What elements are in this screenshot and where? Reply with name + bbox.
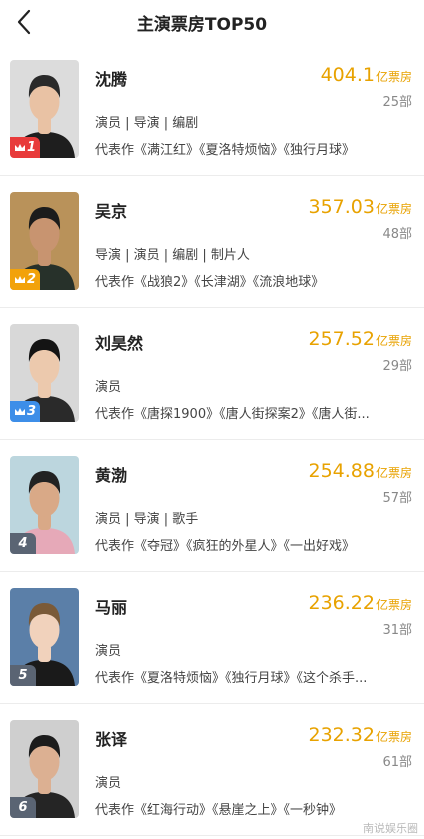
box-office-value: 254.88: [308, 460, 375, 482]
ranking-row[interactable]: 1 沈腾 404.1 亿票房 25部 演员 | 导演 | 编剧 代表作《满江红》…: [0, 44, 424, 176]
box-office-unit: 亿票房: [375, 334, 412, 348]
box-office-value: 257.52: [308, 328, 375, 350]
box-office: 254.88 亿票房: [309, 460, 413, 482]
rank-badge: 1: [10, 137, 41, 158]
ranking-row[interactable]: 5 马丽 236.22 亿票房 31部 演员 代表作《夏洛特烦恼》《独行月球》《…: [0, 572, 424, 704]
actor-photo: 6: [10, 720, 79, 818]
actor-roles: 演员 | 导演 | 歌手: [95, 512, 199, 527]
ranking-row[interactable]: 3 刘昊然 257.52 亿票房 29部 演员 代表作《唐探1900》《唐人街探…: [0, 308, 424, 440]
rank-number: 6: [18, 800, 28, 815]
back-button[interactable]: [8, 4, 40, 40]
box-office-unit: 亿票房: [375, 70, 412, 84]
representative-works: 代表作《红海行动》《悬崖之上》《一秒钟》: [95, 803, 343, 818]
crown-icon: [15, 144, 25, 151]
box-office: 236.22 亿票房: [309, 592, 413, 614]
watermark-text: 南说娱乐圈: [363, 822, 418, 835]
rank-badge: 6: [10, 797, 36, 818]
chevron-left-icon: [17, 9, 31, 35]
box-office-value: 404.1: [320, 64, 375, 86]
ranking-row[interactable]: 4 黄渤 254.88 亿票房 57部 演员 | 导演 | 歌手 代表作《夺冠》…: [0, 440, 424, 572]
actor-name: 沈腾: [95, 70, 128, 89]
actor-photo: 3: [10, 324, 79, 422]
rank-number: 4: [18, 536, 28, 551]
rank-number: 1: [27, 140, 37, 155]
actor-name: 吴京: [95, 202, 128, 221]
box-office-unit: 亿票房: [375, 730, 412, 744]
actor-name: 马丽: [95, 598, 128, 617]
actor-name: 刘昊然: [95, 334, 144, 353]
rank-number: 5: [18, 668, 28, 683]
film-count: 31部: [382, 623, 412, 638]
crown-icon: [15, 408, 25, 415]
actor-roles: 演员 | 导演 | 编剧: [95, 116, 199, 131]
actor-roles: 演员: [95, 644, 122, 659]
ranking-row[interactable]: 2 吴京 357.03 亿票房 48部 导演 | 演员 | 编剧 | 制片人 代…: [0, 176, 424, 308]
representative-works: 代表作《战狼2》《长津湖》《流浪地球》: [95, 275, 325, 290]
actor-photo: 1: [10, 60, 79, 158]
box-office-unit: 亿票房: [375, 598, 412, 612]
rank-badge: 5: [10, 665, 36, 686]
box-office: 257.52 亿票房: [309, 328, 413, 350]
rank-badge: 4: [10, 533, 36, 554]
film-count: 61部: [382, 755, 412, 770]
ranking-list: 1 沈腾 404.1 亿票房 25部 演员 | 导演 | 编剧 代表作《满江红》…: [0, 44, 424, 836]
representative-works: 代表作《夺冠》《疯狂的外星人》《一出好戏》: [95, 539, 356, 554]
actor-name: 张译: [95, 730, 128, 749]
representative-works: 代表作《夏洛特烦恼》《独行月球》《这个杀手...: [95, 671, 368, 686]
box-office: 404.1 亿票房: [321, 64, 412, 86]
film-count: 48部: [382, 227, 412, 242]
page-title: 主演票房TOP50: [136, 14, 268, 35]
rank-badge: 3: [10, 401, 41, 422]
actor-roles: 演员: [95, 776, 122, 791]
ranking-row[interactable]: 6 张译 232.32 亿票房 61部 演员 代表作《红海行动》《悬崖之上》《一…: [0, 704, 424, 836]
rank-number: 2: [27, 272, 37, 287]
representative-works: 代表作《唐探1900》《唐人街探案2》《唐人街...: [95, 407, 370, 422]
film-count: 25部: [382, 95, 412, 110]
box-office-value: 236.22: [308, 592, 375, 614]
box-office: 232.32 亿票房: [309, 724, 413, 746]
actor-photo: 5: [10, 588, 79, 686]
box-office-value: 232.32: [308, 724, 375, 746]
rank-number: 3: [27, 404, 37, 419]
actor-name: 黄渤: [95, 466, 128, 485]
film-count: 57部: [382, 491, 412, 506]
representative-works: 代表作《满江红》《夏洛特烦恼》《独行月球》: [95, 143, 356, 158]
actor-roles: 演员: [95, 380, 122, 395]
rank-badge: 2: [10, 269, 41, 290]
actor-roles: 导演 | 演员 | 编剧 | 制片人: [95, 248, 250, 263]
box-office: 357.03 亿票房: [309, 196, 413, 218]
film-count: 29部: [382, 359, 412, 374]
actor-photo: 2: [10, 192, 79, 290]
box-office-unit: 亿票房: [375, 202, 412, 216]
box-office-value: 357.03: [308, 196, 375, 218]
header-bar: 主演票房TOP50: [0, 0, 424, 44]
actor-photo: 4: [10, 456, 79, 554]
crown-icon: [15, 276, 25, 283]
box-office-unit: 亿票房: [375, 466, 412, 480]
